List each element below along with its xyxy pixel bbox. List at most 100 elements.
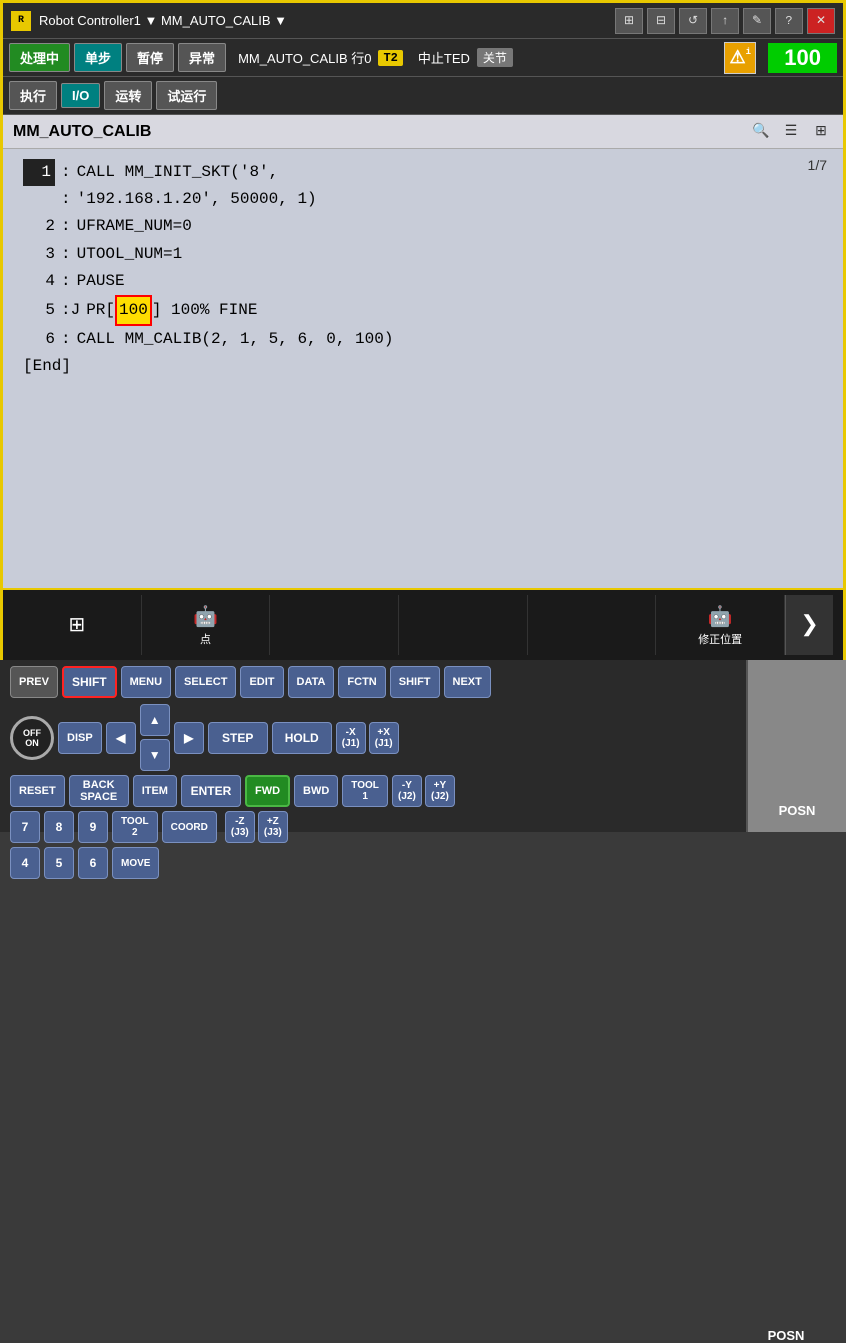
kb-shift-left[interactable]: SHIFT xyxy=(62,666,117,698)
outer-frame: R Robot Controller1 ▼ MM_AUTO_CALIB ▼ ⊞ … xyxy=(0,0,846,660)
kb-arrow-down[interactable]: ▼ xyxy=(140,739,170,771)
icon-edit[interactable]: ✎ xyxy=(743,8,771,34)
code-area: 1/7 1 : CALL MM_INIT_SKT('8', : '192.168… xyxy=(3,149,843,588)
code-content-6: CALL MM_CALIB(2, 1, 5, 6, 0, 100) xyxy=(77,326,394,353)
layout-icon[interactable]: ⊞ xyxy=(809,120,833,144)
fn-btn-3[interactable] xyxy=(270,595,399,655)
kb-hold[interactable]: HOLD xyxy=(272,722,332,754)
btn-execute[interactable]: 执行 xyxy=(9,81,57,110)
fn-btn-robot[interactable]: 🤖 点 xyxy=(142,595,271,655)
kb-data[interactable]: DATA xyxy=(288,666,335,698)
status-text2: 中止TED xyxy=(418,48,470,67)
toolbar1: 处理中 单步 暂停 异常 MM_AUTO_CALIB 行0 T2 中止TED 关… xyxy=(3,39,843,77)
kb-reset[interactable]: RESET xyxy=(10,775,65,807)
title-bar-icons: ⊞ ⊟ ↺ ↑ ✎ ? ✕ xyxy=(615,8,835,34)
kb-select[interactable]: SELECT xyxy=(175,666,236,698)
kb-off-on[interactable]: OFF ON xyxy=(10,716,54,760)
code-line-1b: : '192.168.1.20', 50000, 1) xyxy=(23,186,823,213)
fn-btn-next-arrow[interactable]: ❯ xyxy=(785,595,833,655)
btn-pause[interactable]: 暂停 xyxy=(126,43,174,72)
kb-yminus[interactable]: -Y(J2) xyxy=(392,775,422,807)
colon-6: : xyxy=(61,326,71,353)
code-line-5: 5 :J PR[100] 100% FINE xyxy=(23,295,823,326)
kb-9[interactable]: 9 xyxy=(78,811,108,843)
title-bar-text: Robot Controller1 ▼ MM_AUTO_CALIB ▼ xyxy=(39,13,615,28)
colon-4: : xyxy=(61,268,71,295)
colon-2: : xyxy=(61,213,71,240)
fn-btn-4[interactable] xyxy=(399,595,528,655)
code-line-6: 6 : CALL MM_CALIB(2, 1, 5, 6, 0, 100) xyxy=(23,326,823,353)
kb-disp[interactable]: DISP xyxy=(58,722,102,754)
keyboard-row3: RESET BACKSPACE ITEM ENTER FWD BWD TOOL1… xyxy=(0,773,846,809)
icon-help[interactable]: ? xyxy=(775,8,803,34)
icon-minus[interactable]: ⊟ xyxy=(647,8,675,34)
kb-8[interactable]: 8 xyxy=(44,811,74,843)
keyboard-row5: 4 5 6 MOVE xyxy=(0,845,846,881)
btn-processing[interactable]: 处理中 xyxy=(9,43,70,72)
keyboard-row4: 7 8 9 TOOL2 COORD -Z(J3) +Z(J3) xyxy=(0,809,846,845)
colon-3: : xyxy=(61,241,71,268)
keyboard-row2: OFF ON DISP ◀ ▲ ▼ ▶ STEP HOLD -X(J1) +X(… xyxy=(0,702,846,773)
tag-t2: T2 xyxy=(378,50,402,66)
kb-zplus[interactable]: +Z(J3) xyxy=(258,811,288,843)
btn-io[interactable]: I/O xyxy=(61,83,100,108)
colon-1b: : xyxy=(61,186,71,213)
kb-yplus[interactable]: +Y(J2) xyxy=(425,775,455,807)
kb-4[interactable]: 4 xyxy=(10,847,40,879)
kb-bwd[interactable]: BWD xyxy=(294,775,338,807)
code-content-1: CALL MM_INIT_SKT('8', xyxy=(77,159,279,186)
kb-arrow-right[interactable]: ▶ xyxy=(174,722,204,754)
kb-fwd[interactable]: FWD xyxy=(245,775,290,807)
kb-xminus[interactable]: -X(J1) xyxy=(336,722,366,754)
kb-6[interactable]: 6 xyxy=(78,847,108,879)
kb-prev[interactable]: PREV xyxy=(10,666,58,698)
kb-next[interactable]: NEXT xyxy=(444,666,491,698)
code-content-end: [End] xyxy=(23,353,71,380)
kb-coord[interactable]: COORD xyxy=(162,811,217,843)
kb-shift-right[interactable]: SHIFT xyxy=(390,666,440,698)
kb-arrow-up[interactable]: ▲ xyxy=(140,704,170,736)
code-line-1: 1 : CALL MM_INIT_SKT('8', xyxy=(23,159,823,186)
fn-btn-5[interactable] xyxy=(528,595,657,655)
highlight-100: 100 xyxy=(115,295,152,326)
code-line-2: 2 : UFRAME_NUM=0 xyxy=(23,213,823,240)
kb-arrow-left[interactable]: ◀ xyxy=(106,722,136,754)
icon-refresh[interactable]: ↺ xyxy=(679,8,707,34)
btn-error[interactable]: 异常 xyxy=(178,43,226,72)
fn-label-correct: 修正位置 xyxy=(698,631,742,647)
kb-edit[interactable]: EDIT xyxy=(240,666,283,698)
btn-trial[interactable]: 试运行 xyxy=(156,81,217,110)
keyboard-row1: PREV SHIFT MENU SELECT EDIT DATA FCTN SH… xyxy=(0,660,846,702)
code-content-4: PAUSE xyxy=(77,268,125,295)
line-num-2: 2 xyxy=(23,213,55,240)
btn-run[interactable]: 运转 xyxy=(104,81,152,110)
icon-up[interactable]: ↑ xyxy=(711,8,739,34)
fn-label-point: 点 xyxy=(200,631,211,647)
icon-grid[interactable]: ⊞ xyxy=(615,8,643,34)
title-bar: R Robot Controller1 ▼ MM_AUTO_CALIB ▼ ⊞ … xyxy=(3,3,843,39)
btn-step[interactable]: 单步 xyxy=(74,43,122,72)
warning-icon[interactable]: ⚠i xyxy=(724,42,756,74)
kb-xplus[interactable]: +X(J1) xyxy=(369,722,399,754)
code-content-1b: '192.168.1.20', 50000, 1) xyxy=(77,186,317,213)
fn-btn-grid[interactable]: ⊞ xyxy=(13,595,142,655)
menu-icon[interactable]: ☰ xyxy=(779,120,803,144)
line-num-1[interactable]: 1 xyxy=(23,159,55,186)
kb-tool2[interactable]: TOOL2 xyxy=(112,811,158,843)
kb-tool1[interactable]: TOOL1 xyxy=(342,775,388,807)
kb-move[interactable]: MOVE xyxy=(112,847,159,879)
kb-7[interactable]: 7 xyxy=(10,811,40,843)
kb-step[interactable]: STEP xyxy=(208,722,268,754)
kb-backspace[interactable]: BACKSPACE xyxy=(69,775,129,807)
icon-close[interactable]: ✕ xyxy=(807,8,835,34)
kb-enter[interactable]: ENTER xyxy=(181,775,241,807)
kb-zminus[interactable]: -Z(J3) xyxy=(225,811,255,843)
fn-btn-correct[interactable]: 🤖 修正位置 xyxy=(656,595,785,655)
robot-icon: 🤖 xyxy=(193,604,218,629)
kb-item[interactable]: ITEM xyxy=(133,775,177,807)
kb-5[interactable]: 5 xyxy=(44,847,74,879)
zoom-icon[interactable]: 🔍 xyxy=(749,120,773,144)
kb-menu[interactable]: MENU xyxy=(121,666,171,698)
kb-fctn[interactable]: FCTN xyxy=(338,666,385,698)
code-line-4: 4 : PAUSE xyxy=(23,268,823,295)
